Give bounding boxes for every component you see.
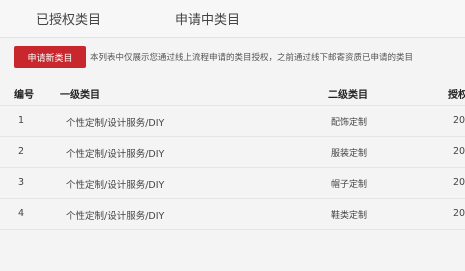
row-date: 20 xyxy=(453,208,465,219)
row-date: 20 xyxy=(453,177,465,188)
tab-pending-categories[interactable]: 申请中类目 xyxy=(175,9,240,28)
category-table: 编号 一级类目 二级类目 授权 1 个性定制/设计服务/DIY 配饰定制 20 … xyxy=(0,80,465,230)
row-level1-category: 个性定制/设计服务/DIY xyxy=(66,180,165,191)
header-authorized: 授权 xyxy=(448,90,465,101)
row-level2-category: 鞋类定制 xyxy=(331,211,368,221)
row-level2-category: 配饰定制 xyxy=(331,118,368,128)
row-number: 4 xyxy=(18,208,25,219)
header-level1-category: 一级类目 xyxy=(60,90,100,101)
apply-new-category-button[interactable]: 申请新类目 xyxy=(14,46,86,68)
row-number: 2 xyxy=(18,146,25,157)
row-number: 1 xyxy=(18,115,25,126)
table-header: 编号 一级类目 二级类目 授权 xyxy=(0,80,465,106)
header-level2-category: 二级类目 xyxy=(328,90,368,101)
toolbar: 申请新类目 本列表中仅展示您通过线上流程申请的类目授权，之前通过线下邮寄资质已申… xyxy=(0,42,465,72)
row-level1-category: 个性定制/设计服务/DIY xyxy=(66,149,165,160)
tab-bar: 已授权类目 申请中类目 xyxy=(0,0,465,38)
row-level2-category: 服装定制 xyxy=(331,149,368,159)
row-level2-category: 帽子定制 xyxy=(331,180,368,190)
notice-text: 本列表中仅展示您通过线上流程申请的类目授权，之前通过线下邮寄资质已申请的类目 xyxy=(90,53,414,63)
row-date: 20 xyxy=(453,115,465,126)
header-number: 编号 xyxy=(14,90,34,101)
row-level1-category: 个性定制/设计服务/DIY xyxy=(66,211,165,222)
table-row: 2 个性定制/设计服务/DIY 服装定制 20 xyxy=(0,137,465,168)
row-number: 3 xyxy=(18,177,25,188)
row-level1-category: 个性定制/设计服务/DIY xyxy=(66,118,165,129)
table-row: 4 个性定制/设计服务/DIY 鞋类定制 20 xyxy=(0,199,465,230)
row-date: 20 xyxy=(453,146,465,157)
table-row: 1 个性定制/设计服务/DIY 配饰定制 20 xyxy=(0,106,465,137)
table-row: 3 个性定制/设计服务/DIY 帽子定制 20 xyxy=(0,168,465,199)
tab-authorized-categories[interactable]: 已授权类目 xyxy=(36,9,101,28)
